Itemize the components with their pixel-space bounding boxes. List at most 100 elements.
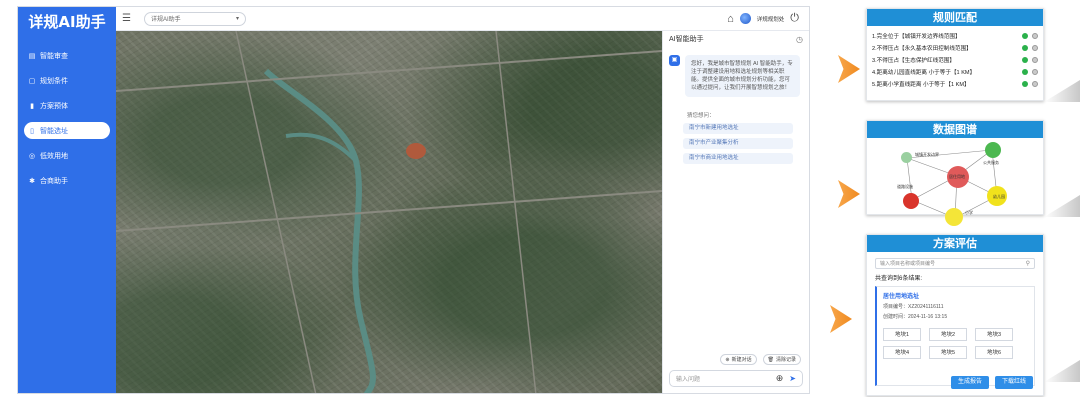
suggest-title: 猜您想问： [687,113,715,119]
status-ok-icon [1022,33,1028,39]
graph-panel-title: 数据图谱 [867,121,1043,138]
clipboard-icon: ▢ [28,77,36,85]
sidebar-item-assistant[interactable]: ✱ 合商助手 [24,172,110,189]
stadium [406,143,426,159]
sidebar-item-review[interactable]: ▤ 智能审查 [24,47,110,64]
rule-text: 3.不得压占【生态保护红线范围】 [872,58,955,64]
graph-node[interactable] [985,142,1001,158]
status-ok-icon [1022,69,1028,75]
plus-icon[interactable]: ⊕ [776,373,784,384]
chat-input[interactable]: 输入问题 ⊕ ➤ [669,370,803,387]
nav-label: 合商助手 [40,177,68,185]
sidebar-item-scheme[interactable]: ▮ 方案预体 [24,97,110,114]
doc-check-icon: ▤ [28,52,36,60]
node-label: 城镇开发边界 [915,152,939,157]
data-graph-panel: 数据图谱 居住用地 公共服务 道路设施 幼儿园 小学 城镇开发边界 [866,120,1044,226]
plot-button[interactable]: 地块4 [883,346,921,359]
map-features [116,31,662,393]
chat-actions: ⊕ 新建对话 🗑 清除记录 [663,354,809,365]
panel-shadow [1044,195,1080,217]
nav-label: 智能选址 [40,127,68,135]
eval-actions: 生成报告 下载红线 [950,376,1033,389]
suggestion-item[interactable]: 南宁市商业用地选址 [683,153,793,164]
suggestion-item[interactable]: 南宁市产业聚集分析 [683,138,793,149]
rule-text: 1.完全位于【城镇开发边界线范围】 [872,34,961,40]
sidebar-item-conditions[interactable]: ▢ 规划条件 [24,72,110,89]
home-icon[interactable]: ⌂ [727,13,734,25]
topbar: ☰ 详规AI助手 ▾ ⌂ 详规规划处 ⏻ [116,7,809,31]
power-icon[interactable]: ⏻ [790,12,799,25]
graph-node[interactable] [945,208,963,226]
avatar[interactable] [739,13,751,24]
bot-avatar-icon: ▣ [669,55,680,66]
road [116,50,662,92]
rule-match-panel: 规则匹配 1.完全位于【城镇开发边界线范围】 2.不得压占【永久基本农田控制线范… [866,8,1044,101]
layer-icon[interactable] [1032,81,1038,87]
plot-button[interactable]: 地块2 [929,328,967,341]
sidebar: 详规AI助手 ▤ 智能审查 ▢ 规划条件 ▮ 方案预体 ▯ 智能选址 ◎ 低效用地 ✱ 合商… [18,7,116,393]
project-search-input[interactable]: 输入项目名称或项目编号 ⚲ [875,258,1035,269]
project-card[interactable]: 居住用地选址 项目编号：XZ20241116111 创建时间：2024-11-1… [875,286,1035,386]
nav-label: 智能审查 [40,52,68,60]
graph-node[interactable] [903,193,919,209]
chat-header: AI智能助手 ◷ [663,31,809,47]
plot-button[interactable]: 地块6 [975,346,1013,359]
layer-icon[interactable] [1032,69,1038,75]
rule-row: 2.不得压占【永久基本农田控制线范围】 [867,42,1043,54]
new-chat-label: 新建对话 [731,357,752,363]
arrow-right-icon [838,180,860,208]
sidebar-item-low-efficiency[interactable]: ◎ 低效用地 [24,147,110,164]
chevron-down-icon: ▾ [235,16,239,22]
rule-text: 5.距离小学直线距离 小于等于【1 KM】 [872,82,970,88]
user-name: 详规规划处 [756,16,785,23]
rule-list: 1.完全位于【城镇开发边界线范围】 2.不得压占【永久基本农田控制线范围】 3.… [867,26,1043,90]
location-icon: ▯ [30,127,34,135]
arrow-right-icon [830,305,852,333]
handshake-icon: ✱ [29,177,35,185]
project-name: 居住用地选址 [883,294,920,300]
download-redline-button[interactable]: 下载红线 [994,376,1033,389]
node-label: 道路设施 [897,184,913,189]
search-icon[interactable]: ⚲ [1026,259,1030,269]
river [263,68,376,393]
rule-row: 1.完全位于【城镇开发边界线范围】 [867,30,1043,42]
nav-label: 低效用地 [40,152,68,160]
clear-history-button[interactable]: 🗑 清除记录 [762,354,801,365]
rule-text: 4.距离幼儿园直线距离 小于等于【1 KM】 [872,70,976,76]
rule-row: 5.距离小学直线距离 小于等于【1 KM】 [867,78,1043,90]
status-ok-icon [1022,81,1028,87]
layer-icon[interactable] [1032,57,1038,63]
panel-shadow [1044,360,1080,382]
plot-grid: 地块1 地块2 地块3 地块4 地块5 地块6 [883,328,1028,359]
panel-shadow [1044,80,1080,102]
history-icon[interactable]: ◷ [796,35,803,44]
status-ok-icon [1022,45,1028,51]
layer-icon[interactable] [1032,45,1038,51]
graph-node[interactable] [901,152,912,163]
send-icon[interactable]: ➤ [789,374,796,383]
project-code: 项目编号：XZ20241116111 [883,304,944,310]
target-icon: ◎ [28,152,36,160]
plot-button[interactable]: 地块1 [883,328,921,341]
generate-report-button[interactable]: 生成报告 [950,376,989,389]
menu-icon[interactable]: ☰ [122,13,136,24]
plot-button[interactable]: 地块3 [975,328,1013,341]
arrow-right-icon [838,55,860,83]
sidebar-item-site-selection[interactable]: ▯ 智能选址 [24,122,110,139]
node-label: 居住用地 [949,174,965,179]
assistant-selector[interactable]: 详规AI助手 ▾ [144,11,246,26]
result-count: 共查询到6条结果: [875,276,923,282]
project-created: 创建时间：2024-11-16 13:15 [883,314,948,320]
layer-icon[interactable] [1032,33,1038,39]
knowledge-graph[interactable]: 居住用地 公共服务 道路设施 幼儿园 小学 城镇开发边界 [867,138,1043,226]
rule-row: 3.不得压占【生态保护红线范围】 [867,54,1043,66]
plot-button[interactable]: 地块5 [929,346,967,359]
suggestion-item[interactable]: 南宁市新建用地选址 [683,123,793,134]
rule-panel-title: 规则匹配 [867,9,1043,26]
trash-icon: 🗑 [767,356,774,363]
node-label: 小学 [965,210,973,215]
satellite-map[interactable] [116,31,662,393]
search-placeholder: 输入项目名称或项目编号 [880,261,936,267]
node-label: 公共服务 [983,160,999,165]
new-chat-button[interactable]: ⊕ 新建对话 [720,354,757,365]
